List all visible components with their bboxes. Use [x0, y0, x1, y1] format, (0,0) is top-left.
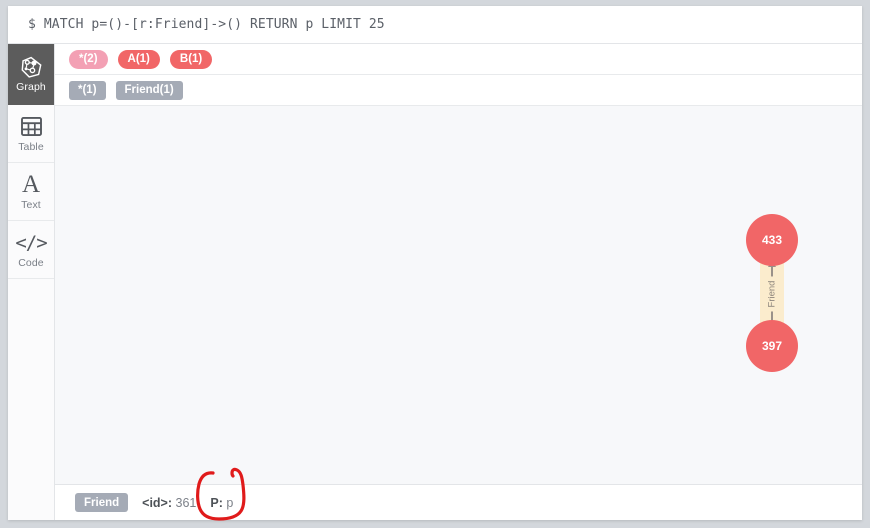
relationship-label: Friend — [765, 276, 779, 312]
status-id-value: 361 — [175, 495, 197, 510]
neo4j-browser-result-panel: $ MATCH p=()-[r:Friend]->() RETURN p LIM… — [8, 6, 862, 520]
inspector-status-bar: Friend <id>: 361 P: p — [55, 484, 862, 520]
status-badge[interactable]: Friend — [75, 493, 129, 512]
status-property-value: p — [226, 495, 234, 510]
graph-icon — [20, 55, 43, 79]
sidebar-item-graph-label: Graph — [16, 81, 46, 93]
code-icon: </> — [15, 231, 47, 254]
graph-node-433[interactable]: 433 — [746, 214, 798, 266]
query-prompt: $ — [28, 17, 36, 32]
status-id: <id>: 361 — [142, 496, 196, 510]
legend: *(2) A(1) B(1) *(1) Friend(1) — [55, 44, 862, 106]
relationship-type-row: *(1) Friend(1) — [55, 75, 862, 106]
sidebar-item-table[interactable]: Table — [8, 105, 54, 163]
status-property-key: P: — [210, 495, 223, 510]
sidebar-item-table-label: Table — [18, 140, 44, 153]
sidebar-item-code[interactable]: </> Code — [8, 221, 54, 279]
table-icon — [20, 115, 42, 139]
node-label-row: *(2) A(1) B(1) — [55, 44, 862, 75]
query-string: MATCH p=()-[r:Friend]->() RETURN p LIMIT… — [43, 17, 385, 32]
status-id-key: <id>: — [142, 495, 173, 510]
view-sidebar: Graph Table A Text </> Code — [8, 44, 55, 520]
graph-canvas[interactable]: Friend 433 397 — [55, 106, 862, 484]
node-label-b[interactable]: B(1) — [169, 49, 213, 69]
rel-type-friend[interactable]: Friend(1) — [115, 80, 183, 100]
graph-node-397[interactable]: 397 — [746, 320, 798, 372]
sidebar-item-text-label: Text — [21, 198, 41, 211]
sidebar-item-code-label: Code — [18, 256, 44, 269]
text-icon: A — [21, 170, 41, 198]
sidebar-item-text[interactable]: A Text — [8, 163, 54, 221]
status-property: P: p — [210, 496, 233, 510]
node-label-all[interactable]: *(2) — [69, 49, 108, 69]
node-label-a[interactable]: A(1) — [117, 49, 160, 69]
rel-type-all[interactable]: *(1) — [69, 80, 106, 100]
sidebar-item-graph[interactable]: Graph — [8, 44, 54, 105]
query-text: $ MATCH p=()-[r:Friend]->() RETURN p LIM… — [28, 17, 385, 32]
query-bar[interactable]: $ MATCH p=()-[r:Friend]->() RETURN p LIM… — [8, 6, 862, 44]
